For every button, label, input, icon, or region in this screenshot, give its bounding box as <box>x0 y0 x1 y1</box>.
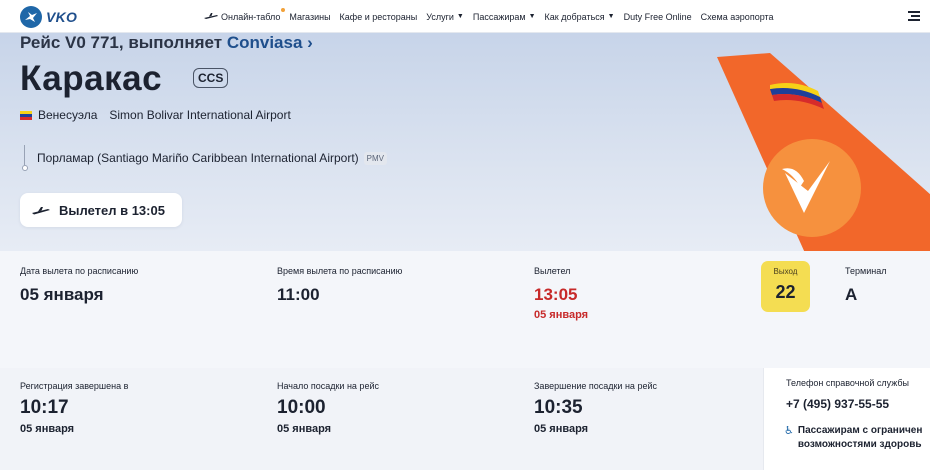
nav-shops[interactable]: Магазины <box>289 12 330 22</box>
nav-passengers[interactable]: Пассажирам ▼ <box>473 12 536 22</box>
nav-cafes[interactable]: Кафе и рестораны <box>340 12 418 22</box>
departure-plane-icon <box>32 203 50 218</box>
checkin-block: Регистрация завершена в 10:17 05 января <box>20 381 128 435</box>
boarding-start-label: Начало посадки на рейс <box>277 381 379 391</box>
nav-label: Услуги <box>426 11 454 22</box>
nav-airport-map[interactable]: Схема аэропорта <box>701 12 774 22</box>
help-panel: Телефон справочной службы +7 (495) 937-5… <box>763 368 930 470</box>
carrier-link[interactable]: Conviasa <box>227 33 303 52</box>
chevron-down-icon: ▼ <box>607 13 615 20</box>
boarding-end-label: Завершение посадки на рейс <box>534 381 657 391</box>
flight-hero: Рейс V0 771, выполняет Conviasa › Карака… <box>0 33 930 251</box>
logo-text: VKO <box>46 9 78 25</box>
actual-departure-label: Вылетел <box>534 266 571 276</box>
country-airport-line: Венесуэла Simon Bolivar International Ai… <box>20 108 291 122</box>
origin-route: Порламар (Santiago Mariño Caribbean Inte… <box>20 145 387 171</box>
status-text: Вылетел в 13:05 <box>59 202 165 218</box>
boarding-info-row: Регистрация завершена в 10:17 05 января … <box>0 368 930 470</box>
accessibility-line-1: Пассажирам с ограничен <box>797 425 923 436</box>
scheduled-time-block: Время вылета по расписанию 11:00 <box>277 266 402 305</box>
chevron-right-icon: › <box>307 33 313 52</box>
nav-online-board[interactable]: Онлайн-табло <box>204 7 286 22</box>
gate-number: 22 <box>775 282 796 302</box>
nav-directions[interactable]: Как добраться ▼ <box>545 12 615 22</box>
terminal-label: Терминал <box>845 266 887 276</box>
notification-dot <box>281 7 286 12</box>
nav-label: Кафе и рестораны <box>339 11 418 22</box>
destination-city: Каракас <box>20 59 163 98</box>
main-nav: Онлайн-табло Магазины Кафе и рестораны У… <box>204 0 783 33</box>
boarding-start-date: 05 января <box>277 423 332 435</box>
flight-title: Рейс V0 771, выполняет Conviasa › <box>20 33 313 53</box>
boarding-end-block: Завершение посадки на рейс 10:35 05 янва… <box>534 381 657 435</box>
gate-label: Выход <box>773 267 798 276</box>
plane-icon <box>204 12 218 22</box>
flight-status-badge: Вылетел в 13:05 <box>20 193 182 227</box>
origin-airport: Порламар (Santiago Mariño Caribbean Inte… <box>37 151 359 165</box>
actual-departure-date: 05 января <box>534 309 589 321</box>
terminal-block: Терминал A <box>845 266 886 305</box>
nav-duty-free[interactable]: Duty Free Online <box>624 12 692 22</box>
boarding-start-block: Начало посадки на рейс 10:00 05 января <box>277 381 379 435</box>
nav-label: Как добраться <box>544 11 605 22</box>
airport-name: Simon Bolivar International Airport <box>109 108 291 122</box>
scheduled-time-label: Время вылета по расписанию <box>277 266 403 276</box>
departure-info-row: Дата вылета по расписанию 05 января Врем… <box>0 251 930 368</box>
country-name: Венесуэла <box>38 108 98 122</box>
destination-code-badge: CCS <box>193 68 229 88</box>
checkin-date: 05 января <box>20 423 75 435</box>
menu-icon[interactable] <box>908 11 920 21</box>
actual-departure-time: 13:05 <box>534 285 578 304</box>
checkin-label: Регистрация завершена в <box>20 381 129 391</box>
nav-label: Схема аэропорта <box>700 11 774 22</box>
scheduled-date-label: Дата вылета по расписанию <box>20 266 139 276</box>
nav-label: Пассажирам <box>472 11 526 22</box>
checkin-time: 10:17 <box>20 397 69 418</box>
nav-label: Магазины <box>289 11 331 22</box>
help-phone-link[interactable]: +7 (495) 937-55-55 <box>786 397 930 411</box>
gate-badge: Выход 22 <box>761 261 810 312</box>
scheduled-time-value: 11:00 <box>277 285 320 304</box>
route-line-icon <box>20 145 30 171</box>
boarding-end-time: 10:35 <box>534 397 583 418</box>
venezuela-flag-icon <box>20 110 32 120</box>
wheelchair-icon: ♿ <box>784 425 794 437</box>
accessibility-line-2: возможностями здоровь <box>797 439 922 450</box>
top-navigation: VKO Онлайн-табло Магазины Кафе и рестора… <box>0 0 930 33</box>
boarding-start-time: 10:00 <box>277 397 326 418</box>
airport-logo[interactable]: VKO <box>20 6 77 28</box>
origin-code-badge: PMV <box>363 151 387 165</box>
chevron-down-icon: ▼ <box>456 13 464 20</box>
phone-label: Телефон справочной службы <box>786 378 909 388</box>
nav-label: Duty Free Online <box>623 11 692 22</box>
chevron-down-icon: ▼ <box>528 13 536 20</box>
flight-number-text: Рейс V0 771, выполняет <box>20 33 223 52</box>
accessibility-link[interactable]: ♿ Пассажирам с ограничен возможностями з… <box>784 424 930 452</box>
boarding-end-date: 05 января <box>534 423 589 435</box>
nav-services[interactable]: Услуги ▼ <box>426 12 464 22</box>
scheduled-date-value: 05 января <box>20 285 104 304</box>
bird-logo-icon <box>20 6 42 28</box>
accessibility-text: Пассажирам с ограничен возможностями здо… <box>798 424 923 452</box>
actual-departure-block: Вылетел 13:05 05 января <box>534 266 588 321</box>
airline-tail-image <box>717 53 930 251</box>
terminal-value: A <box>845 285 858 304</box>
nav-label: Онлайн-табло <box>221 11 281 22</box>
scheduled-date-block: Дата вылета по расписанию 05 января <box>20 266 138 305</box>
